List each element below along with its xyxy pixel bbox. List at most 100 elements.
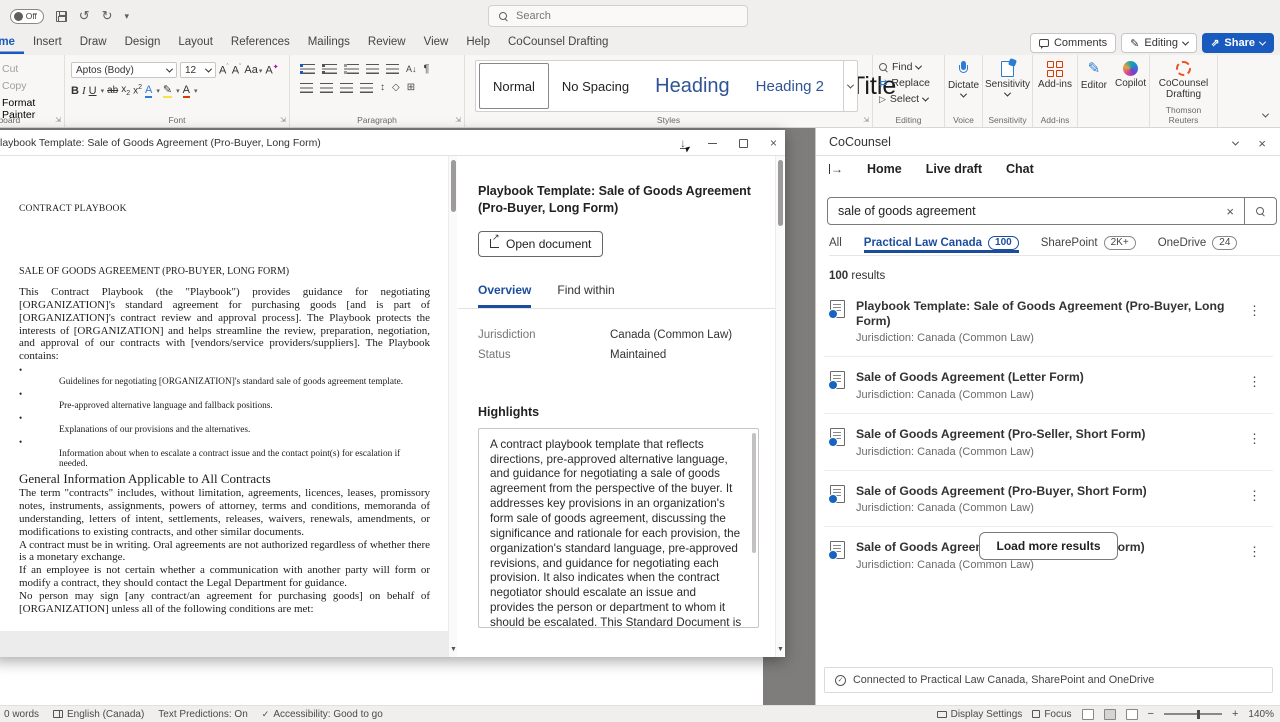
text-effects-button[interactable]: A	[145, 84, 152, 98]
result-title[interactable]: Playbook Template: Sale of Goods Agreeme…	[856, 299, 1237, 328]
pilcrow-button[interactable]: ¶	[424, 63, 430, 75]
shading-button[interactable]: ◇	[392, 82, 400, 93]
style-heading1[interactable]: Heading	[642, 61, 743, 111]
paragraph-dialog-launcher[interactable]: ⇲	[455, 116, 461, 124]
shrink-font-button[interactable]: Aˇ	[232, 64, 242, 77]
open-document-button[interactable]: Open document	[478, 231, 603, 257]
save-icon[interactable]	[56, 11, 67, 22]
details-scrollbar[interactable]: ▼	[775, 156, 784, 657]
tab-review[interactable]: Review	[359, 32, 415, 54]
borders-button[interactable]: ⊞	[407, 82, 415, 93]
accessibility-status[interactable]: ✓Accessibility: Good to go	[262, 709, 383, 720]
search-box[interactable]	[488, 5, 748, 27]
tab-draw[interactable]: Draw	[71, 32, 116, 54]
style-heading2[interactable]: Heading 2	[743, 61, 837, 111]
result-title[interactable]: Sale of Goods Agreement (Letter Form)	[856, 370, 1237, 385]
load-more-results-button[interactable]: Load more results	[979, 532, 1117, 560]
zoom-slider-thumb[interactable]	[1197, 710, 1201, 719]
clear-formatting-button[interactable]: A✦	[265, 63, 278, 77]
share-button[interactable]: ⇗Share	[1202, 33, 1274, 53]
tab-mailings[interactable]: Mailings	[299, 32, 359, 54]
change-case-button[interactable]: Aa▾	[244, 64, 262, 76]
style-no-spacing[interactable]: No Spacing	[549, 61, 642, 111]
subscript-button[interactable]: x2	[121, 84, 130, 97]
scroll-down-icon[interactable]: ▼	[450, 646, 457, 653]
focus-button[interactable]: Focus	[1032, 709, 1071, 720]
tab-insert[interactable]: Insert	[24, 32, 71, 54]
tab-find-within[interactable]: Find within	[557, 283, 614, 308]
cut-button[interactable]: Cut	[2, 63, 64, 75]
close-icon[interactable]: ×	[770, 136, 777, 150]
highlight-button[interactable]: ✎	[163, 83, 172, 98]
tab-design[interactable]: Design	[116, 32, 170, 54]
scrollbar-thumb[interactable]	[778, 160, 783, 226]
result-title[interactable]: Sale of Goods Agreement (Pro-Seller, Sho…	[856, 427, 1237, 442]
filter-onedrive[interactable]: OneDrive24	[1158, 232, 1238, 253]
more-options-icon[interactable]: ⋮	[1248, 370, 1269, 390]
tab-home[interactable]: Home	[0, 32, 24, 54]
strikethrough-button[interactable]: ab	[107, 85, 118, 96]
scrollbar-thumb[interactable]	[451, 160, 456, 212]
word-count[interactable]: 0 words	[4, 709, 39, 720]
more-options-icon[interactable]: ⋮	[1248, 427, 1269, 447]
decrease-indent-button[interactable]	[366, 64, 379, 74]
result-row[interactable]: Sale of Goods Agreement (Letter Form)Jur…	[824, 357, 1273, 414]
clear-search-icon[interactable]: ×	[1216, 204, 1244, 219]
tab-view[interactable]: View	[415, 32, 458, 54]
chevron-down-icon[interactable]	[1232, 139, 1239, 146]
font-dialog-launcher[interactable]: ⇲	[280, 116, 286, 124]
nav-chat[interactable]: Chat	[1006, 162, 1034, 176]
grow-font-button[interactable]: Aˆ	[219, 64, 229, 77]
scroll-down-icon[interactable]: ▼	[777, 646, 784, 653]
highlights-box[interactable]: A contract playbook template that reflec…	[478, 428, 759, 628]
download-icon[interactable]: ↓	[680, 138, 686, 149]
more-options-icon[interactable]: ⋮	[1248, 484, 1269, 504]
cocounsel-search-input[interactable]	[828, 204, 1216, 218]
sensitivity-button[interactable]: Sensitivity	[983, 55, 1032, 97]
undo-icon[interactable]: ↺	[79, 8, 90, 24]
search-submit-button[interactable]	[1244, 198, 1276, 224]
find-button[interactable]: Find	[879, 61, 944, 73]
nav-home[interactable]: Home	[867, 162, 902, 176]
result-row[interactable]: Sale of Goods Agreement (Pro-Buyer, Shor…	[824, 471, 1273, 528]
word-page[interactable]	[0, 657, 763, 705]
collapse-pane-icon[interactable]: →	[829, 164, 843, 174]
result-row[interactable]: Playbook Template: Sale of Goods Agreeme…	[824, 286, 1273, 357]
zoom-slider[interactable]	[1164, 713, 1222, 715]
replace-button[interactable]: ⇄Replace	[879, 77, 944, 89]
tab-references[interactable]: References	[222, 32, 299, 54]
line-spacing-button[interactable]: ↕	[380, 82, 385, 93]
tab-help[interactable]: Help	[457, 32, 499, 54]
editing-mode-button[interactable]: ✎Editing	[1121, 33, 1197, 53]
maximize-icon[interactable]	[739, 139, 748, 148]
zoom-out-button[interactable]: −	[1148, 708, 1154, 720]
nav-live-draft[interactable]: Live draft	[926, 162, 982, 176]
filter-practical-law-canada[interactable]: Practical Law Canada100	[864, 232, 1019, 253]
collapse-ribbon-button[interactable]	[1263, 105, 1268, 123]
preview-title-bar[interactable]: Playbook Template: Sale of Goods Agreeme…	[0, 130, 785, 156]
editor-button[interactable]: ✎ Editor	[1081, 61, 1107, 91]
text-predictions[interactable]: Text Predictions: On	[158, 709, 247, 720]
result-row[interactable]: Sale of Goods Agreement (Pro-Seller, Sho…	[824, 414, 1273, 471]
print-layout-view-button[interactable]	[1104, 709, 1116, 720]
display-settings-button[interactable]: Display Settings	[937, 709, 1023, 720]
sort-button[interactable]: A↓	[406, 64, 417, 74]
increase-indent-button[interactable]	[386, 64, 399, 74]
numbering-button[interactable]	[322, 64, 337, 74]
spellcheck-status[interactable]: English (Canada)	[53, 709, 144, 720]
styles-gallery-more-button[interactable]	[843, 60, 858, 112]
cocounsel-drafting-button[interactable]: CoCounsel Drafting	[1150, 55, 1217, 100]
font-size-select[interactable]: 12	[180, 62, 216, 78]
cocounsel-search-box[interactable]: ×	[827, 197, 1277, 225]
filter-sharepoint[interactable]: SharePoint2K+	[1041, 232, 1136, 253]
search-input[interactable]	[516, 10, 716, 22]
redo-icon[interactable]: ↻	[102, 8, 113, 24]
close-icon[interactable]: ×	[1258, 136, 1266, 151]
superscript-button[interactable]: x2	[133, 84, 142, 96]
clipboard-dialog-launcher[interactable]: ⇲	[55, 116, 61, 124]
align-center-button[interactable]	[320, 83, 333, 93]
customize-toolbar-icon[interactable]: ▾	[125, 11, 130, 22]
result-title[interactable]: Sale of Goods Agreement (Pro-Buyer, Shor…	[856, 484, 1237, 499]
comments-button[interactable]: Comments	[1030, 33, 1116, 53]
autosave-toggle[interactable]: Off	[10, 9, 44, 24]
